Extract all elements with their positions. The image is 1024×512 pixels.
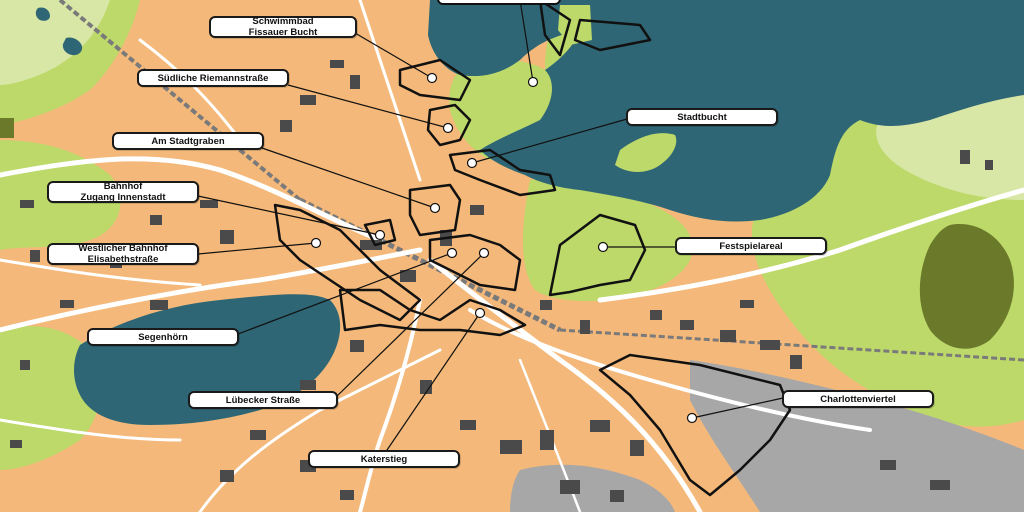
marker-stadtbucht: [466, 157, 478, 169]
label-luebecker[interactable]: Lübecker Straße: [188, 391, 338, 409]
label-riemann[interactable]: Südliche Riemannstraße: [137, 69, 289, 87]
marker-schwimmbad: [426, 72, 438, 84]
label-bahnhof-innenstadt[interactable]: Bahnhof Zugang Innenstadt: [47, 181, 199, 203]
marker-riemann: [442, 122, 454, 134]
label-katerstieg[interactable]: Katerstieg: [308, 450, 460, 468]
marker-stadtgraben: [429, 202, 441, 214]
marker-luebecker: [478, 247, 490, 259]
label-festspielareal[interactable]: Festspielareal: [675, 237, 827, 255]
marker-seeufer: [527, 76, 539, 88]
marker-festspielareal: [597, 241, 609, 253]
marker-katerstieg: [474, 307, 486, 319]
marker-westlicher-bahnhof: [310, 237, 322, 249]
label-offscreen-top: [437, 0, 561, 5]
marker-charlottenviertel: [686, 412, 698, 424]
label-stadtgraben[interactable]: Am Stadtgraben: [112, 132, 264, 150]
marker-bahnhof-innenstadt: [374, 229, 386, 241]
label-schwimmbad[interactable]: Schwimmbad Fissauer Bucht: [209, 16, 357, 38]
label-westlicher-bahnhof[interactable]: Westlicher Bahnhof Elisabethstraße: [47, 243, 199, 265]
marker-segenhoern: [446, 247, 458, 259]
label-charlottenviertel[interactable]: Charlottenviertel: [782, 390, 934, 408]
label-segenhoern[interactable]: Segenhörn: [87, 328, 239, 346]
label-stadtbucht[interactable]: Stadtbucht: [626, 108, 778, 126]
forest-west: [0, 118, 14, 138]
